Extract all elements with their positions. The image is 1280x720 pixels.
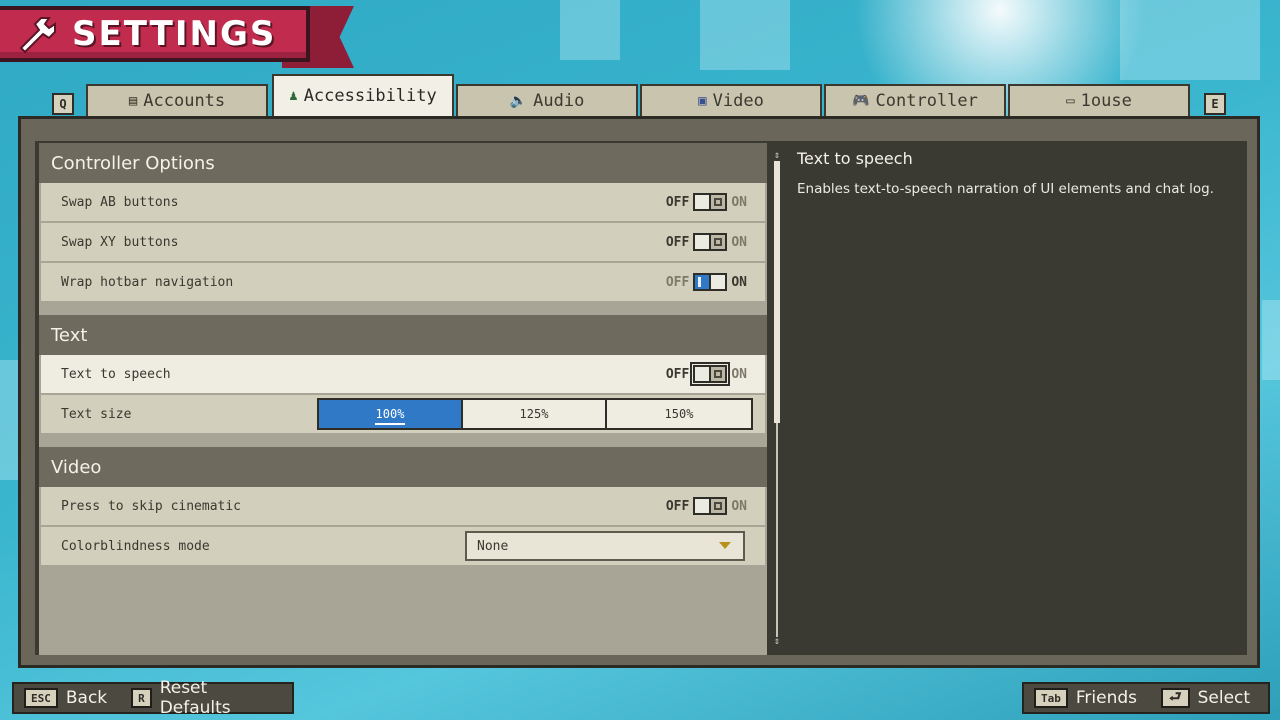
text-size-option-150[interactable]: 150% xyxy=(607,400,751,428)
row-label: Wrap hotbar navigation xyxy=(61,274,234,290)
background-block xyxy=(560,0,620,60)
row-swap-ab[interactable]: Swap AB buttons OFF ON xyxy=(41,183,765,221)
footer-left: ESC Back R Reset Defaults xyxy=(12,678,294,718)
background-block xyxy=(700,0,790,70)
toggle-off-label: OFF xyxy=(665,234,690,250)
options-scrollbar[interactable]: ⇕ ⇕ xyxy=(773,151,781,647)
tab-key-icon: Tab xyxy=(1034,688,1068,708)
toggle-off-label: OFF xyxy=(665,194,690,210)
page-title: SETTINGS xyxy=(72,14,277,54)
select-button[interactable]: Select xyxy=(1198,688,1250,708)
row-skip-cinematic[interactable]: Press to skip cinematic OFF ON xyxy=(41,487,765,525)
toggle-on-label: ON xyxy=(731,498,747,514)
tab-label: 1ouse xyxy=(1080,91,1132,111)
row-wrap-hotbar[interactable]: Wrap hotbar navigation OFF ON xyxy=(41,263,765,301)
tab-video[interactable]: ▣ Video xyxy=(640,84,822,116)
toggle-swap-ab[interactable]: OFF ON xyxy=(666,193,747,211)
row-text-size[interactable]: Text size 100% 125% 150% xyxy=(41,395,765,433)
toggle-switch[interactable] xyxy=(693,193,728,211)
toggle-on-label: ON xyxy=(731,234,747,250)
toggle-swap-xy[interactable]: OFF ON xyxy=(666,233,747,251)
description-title: Text to speech xyxy=(797,149,913,168)
toggle-off-label: OFF xyxy=(665,274,690,290)
tab-controller[interactable]: 🎮 Controller xyxy=(824,84,1006,116)
options-panel[interactable]: Controller Options Swap AB buttons OFF O… xyxy=(39,143,767,655)
accessibility-icon: ♟ xyxy=(289,88,298,104)
tab-audio[interactable]: 🔈 Audio xyxy=(456,84,638,116)
accounts-icon: ▤ xyxy=(128,93,138,109)
monitor-icon: ▣ xyxy=(698,93,707,109)
scroll-up-icon[interactable]: ⇕ xyxy=(771,151,783,161)
back-button[interactable]: Back xyxy=(66,688,107,708)
prev-tab-key[interactable]: Q xyxy=(52,93,74,115)
enter-key-icon: ⮐ xyxy=(1161,688,1190,708)
r-key-icon: R xyxy=(131,688,152,708)
esc-key-icon: ESC xyxy=(24,688,58,708)
description-panel: Text to speech Enables text-to-speech na… xyxy=(797,149,1237,201)
reset-defaults-button[interactable]: Reset Defaults xyxy=(160,678,282,718)
chevron-down-icon xyxy=(719,542,731,549)
toggle-on-label: ON xyxy=(731,366,747,382)
toggle-switch[interactable] xyxy=(693,233,728,251)
mouse-icon: ▭ xyxy=(1066,93,1075,109)
settings-banner: SETTINGS xyxy=(0,6,354,68)
description-text: Enables text-to-speech narration of UI e… xyxy=(797,181,1214,197)
tab-label: Accessibility xyxy=(303,86,437,106)
row-colorblindness[interactable]: Colorblindness mode None xyxy=(41,527,765,565)
tab-mouse[interactable]: ▭ 1ouse xyxy=(1008,84,1190,116)
friends-button[interactable]: Friends xyxy=(1076,688,1137,708)
toggle-switch[interactable] xyxy=(693,273,728,291)
toggle-on-label: ON xyxy=(731,274,747,290)
background-block xyxy=(1262,300,1280,380)
toggle-off-label: OFF xyxy=(665,366,690,382)
footer-right: Tab Friends ⮐ Select xyxy=(1022,682,1270,714)
wrench-icon xyxy=(10,12,64,56)
row-label: Swap AB buttons xyxy=(61,194,179,210)
tab-accessibility[interactable]: ♟ Accessibility xyxy=(272,74,454,116)
section-header-controller: Controller Options xyxy=(39,143,767,183)
toggle-off-label: OFF xyxy=(665,498,690,514)
text-size-selector[interactable]: 100% 125% 150% xyxy=(317,398,753,430)
scroll-down-icon[interactable]: ⇕ xyxy=(771,637,783,647)
toggle-skip-cinematic[interactable]: OFF ON xyxy=(666,497,747,515)
toggle-text-to-speech[interactable]: OFF ON xyxy=(665,362,747,386)
row-text-to-speech[interactable]: Text to speech OFF ON xyxy=(41,355,765,393)
toggle-switch[interactable] xyxy=(690,362,731,386)
row-label: Colorblindness mode xyxy=(61,538,210,554)
row-label: Press to skip cinematic xyxy=(61,498,242,514)
tab-label: Audio xyxy=(533,91,585,111)
background-block xyxy=(1120,0,1260,80)
tab-label: Controller xyxy=(875,91,978,111)
toggle-wrap-hotbar[interactable]: OFF ON xyxy=(666,273,747,291)
speaker-icon: 🔈 xyxy=(509,93,528,109)
row-label: Swap XY buttons xyxy=(61,234,179,250)
row-label: Text size xyxy=(61,406,132,422)
text-size-option-125[interactable]: 125% xyxy=(463,400,607,428)
toggle-on-label: ON xyxy=(731,194,747,210)
settings-frame: Controller Options Swap AB buttons OFF O… xyxy=(18,116,1260,668)
section-header-text: Text xyxy=(39,315,767,355)
section-header-video: Video xyxy=(39,447,767,487)
scroll-thumb[interactable] xyxy=(774,161,780,423)
row-swap-xy[interactable]: Swap XY buttons OFF ON xyxy=(41,223,765,261)
dropdown-value: None xyxy=(477,538,509,554)
toggle-switch[interactable] xyxy=(693,497,728,515)
tab-label: Accounts xyxy=(143,91,226,111)
text-size-option-100[interactable]: 100% xyxy=(319,400,463,428)
colorblindness-dropdown[interactable]: None xyxy=(465,531,745,561)
row-label: Text to speech xyxy=(61,366,171,382)
next-tab-key[interactable]: E xyxy=(1204,93,1226,115)
tab-accounts[interactable]: ▤ Accounts xyxy=(86,84,268,116)
gamepad-icon: 🎮 xyxy=(852,93,870,109)
tab-label: Video xyxy=(712,91,764,111)
background-block xyxy=(0,360,18,480)
banner-main: SETTINGS xyxy=(0,6,310,62)
